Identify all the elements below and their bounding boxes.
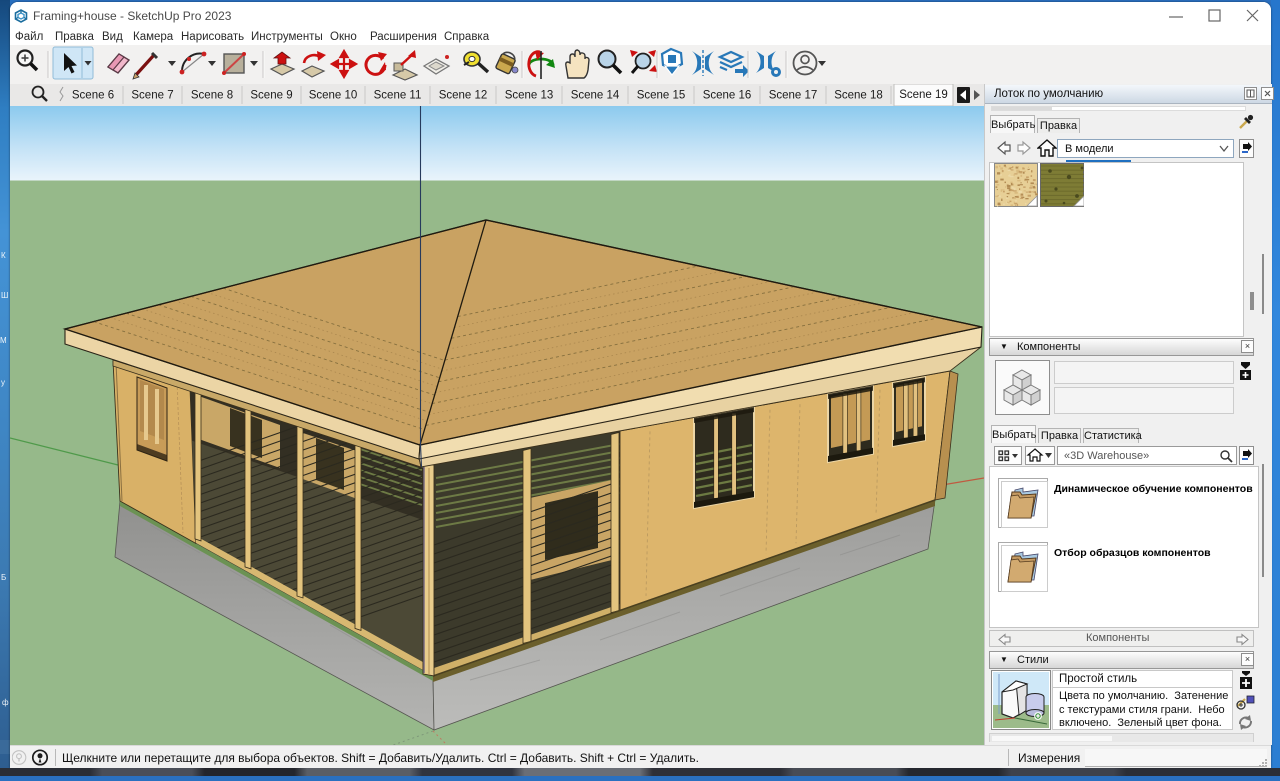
- svg-text:Ш: Ш: [1, 291, 8, 300]
- svg-text:К: К: [1, 251, 6, 260]
- svg-text:Scene 11: Scene 11: [374, 90, 422, 102]
- svg-text:Б: Б: [1, 573, 6, 582]
- svg-text:Scene 15: Scene 15: [637, 90, 686, 102]
- svg-text:Scene 8: Scene 8: [191, 90, 233, 102]
- svg-text:Scene 14: Scene 14: [571, 90, 620, 102]
- svg-text:Scene 19: Scene 19: [899, 89, 948, 101]
- svg-text:Scene 17: Scene 17: [769, 90, 818, 102]
- svg-text:Scene 9: Scene 9: [250, 90, 292, 102]
- svg-text:М: М: [0, 336, 7, 345]
- svg-text:ф: ф: [2, 698, 9, 707]
- svg-text:Scene 16: Scene 16: [703, 90, 752, 102]
- svg-text:Scene 12: Scene 12: [439, 90, 488, 102]
- svg-text:Scene 18: Scene 18: [834, 90, 883, 102]
- svg-text:Scene 10: Scene 10: [309, 90, 358, 102]
- svg-text:у: у: [1, 378, 5, 387]
- svg-text:Scene 7: Scene 7: [131, 90, 173, 102]
- svg-text:Scene 13: Scene 13: [505, 90, 554, 102]
- svg-text:Scene 6: Scene 6: [72, 90, 114, 102]
